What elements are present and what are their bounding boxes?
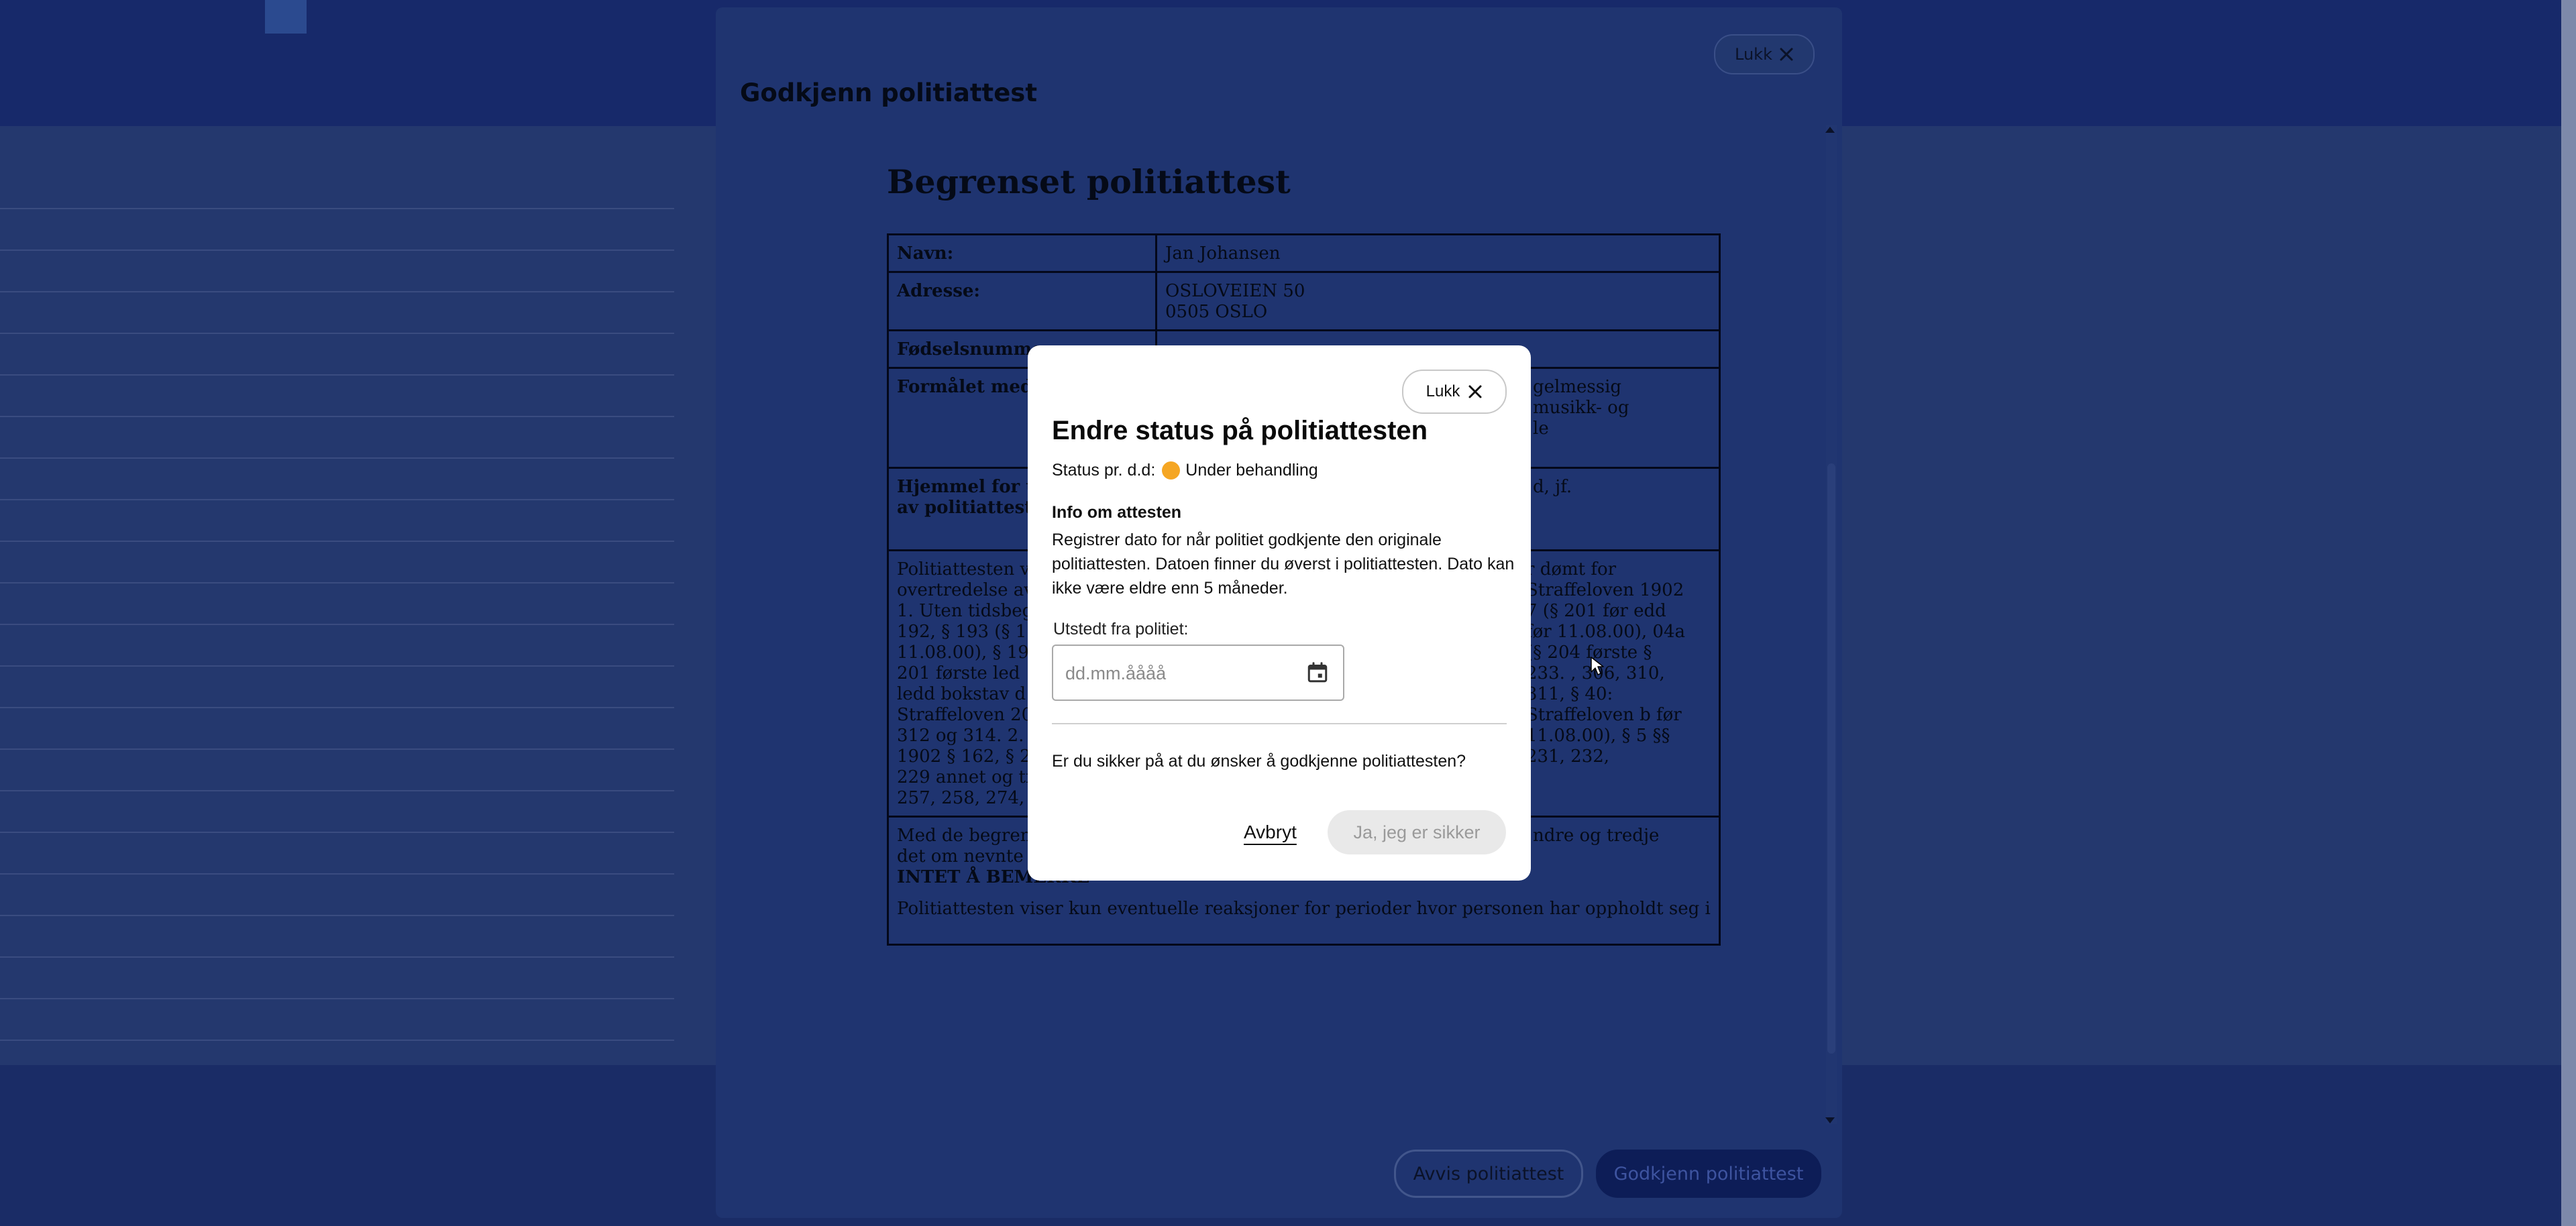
background-logo-mark <box>265 0 307 34</box>
close-icon <box>1780 48 1793 61</box>
result-text-line-1-right: ndre og tredje <box>1533 826 1660 846</box>
confirm-button[interactable]: Ja, jeg er sikker <box>1328 810 1506 854</box>
background-list-row <box>0 500 674 542</box>
confirm-question: Er du sikker på at du ønsker å godkjenne… <box>1052 752 1466 771</box>
background-list-row <box>0 168 674 209</box>
modal-scrollbar-thumb[interactable] <box>1827 463 1835 1054</box>
purpose-line-1: gelmessig <box>1533 377 1622 397</box>
cancel-button[interactable]: Avbryt <box>1244 822 1297 843</box>
row-label-name: Navn: <box>887 233 1157 273</box>
background-list-row <box>0 625 674 667</box>
background-list-row <box>0 334 674 376</box>
background-list-row <box>0 875 674 916</box>
background-list-row <box>0 459 674 500</box>
document-heading: Begrenset politiattest <box>887 162 1291 201</box>
issued-date-label: Utstedt fra politiet: <box>1053 620 1189 638</box>
background-list-row <box>0 417 674 459</box>
approve-certificate-button[interactable]: Godkjenn politiattest <box>1596 1150 1821 1198</box>
body-text-right: r dømt for Straffeloven 1902 7 (§ 201 fø… <box>1526 559 1686 767</box>
dialog-close-button[interactable]: Lukk <box>1402 370 1507 414</box>
issued-date-field[interactable] <box>1052 645 1344 701</box>
background-list-row <box>0 916 674 958</box>
page-scrollbar[interactable] <box>2561 0 2576 1226</box>
background-list-row <box>0 750 674 791</box>
dialog-close-label: Lukk <box>1426 382 1460 400</box>
background-list-row <box>0 958 674 999</box>
info-text: Registrer dato for når politiet godkjent… <box>1052 531 1515 598</box>
background-list-row <box>0 376 674 417</box>
close-icon <box>1468 385 1482 398</box>
background-list <box>0 168 674 1041</box>
status-value: Under behandling <box>1185 461 1318 480</box>
address-line-1: OSLOVEIEN 50 <box>1165 281 1305 301</box>
result-text-line-3: Politiattesten viser kun eventuelle reak… <box>897 899 1711 919</box>
address-line-2: 0505 OSLO <box>1165 302 1268 322</box>
modal-close-label: Lukk <box>1735 45 1772 64</box>
table-row: Navn: Jan Johansen <box>887 233 1721 273</box>
status-prefix: Status pr. d.d: <box>1052 461 1156 480</box>
mouse-cursor-icon <box>1591 657 1604 675</box>
background-list-row <box>0 583 674 625</box>
background-list-row <box>0 708 674 750</box>
purpose-line-2: musikk- og <box>1533 398 1629 418</box>
modal-close-button[interactable]: Lukk <box>1714 34 1815 74</box>
modal-title: Godkjenn politiattest <box>740 78 1038 107</box>
status-indicator-icon <box>1162 461 1181 480</box>
dialog-divider <box>1052 723 1507 724</box>
issued-date-input[interactable] <box>1064 659 1288 687</box>
background-list-row <box>0 292 674 334</box>
background-list-row <box>0 791 674 833</box>
change-status-dialog: Lukk Endre status på politiattesten Stat… <box>1028 345 1531 881</box>
background-list-row <box>0 209 674 251</box>
scroll-down-arrow-icon[interactable] <box>1825 1117 1835 1123</box>
background-list-row <box>0 999 674 1041</box>
info-heading: Info om attesten <box>1052 503 1182 522</box>
background-list-row <box>0 667 674 708</box>
row-value-address: OSLOVEIEN 50 0505 OSLO <box>1155 271 1721 331</box>
calendar-icon[interactable] <box>1305 661 1330 685</box>
purpose-line-3: le <box>1533 419 1549 439</box>
table-row: Adresse: OSLOVEIEN 50 0505 OSLO <box>887 271 1721 331</box>
current-status: Status pr. d.d: Under behandling <box>1052 461 1318 480</box>
reject-certificate-button[interactable]: Avvis politiattest <box>1394 1150 1583 1198</box>
background-list-row <box>0 542 674 583</box>
scroll-up-arrow-icon[interactable] <box>1825 127 1835 133</box>
background-list-row <box>0 833 674 875</box>
row-label-address: Adresse: <box>887 271 1157 331</box>
row-value-name: Jan Johansen <box>1155 233 1721 273</box>
dialog-title: Endre status på politiattesten <box>1052 416 1428 445</box>
background-list-row <box>0 251 674 292</box>
